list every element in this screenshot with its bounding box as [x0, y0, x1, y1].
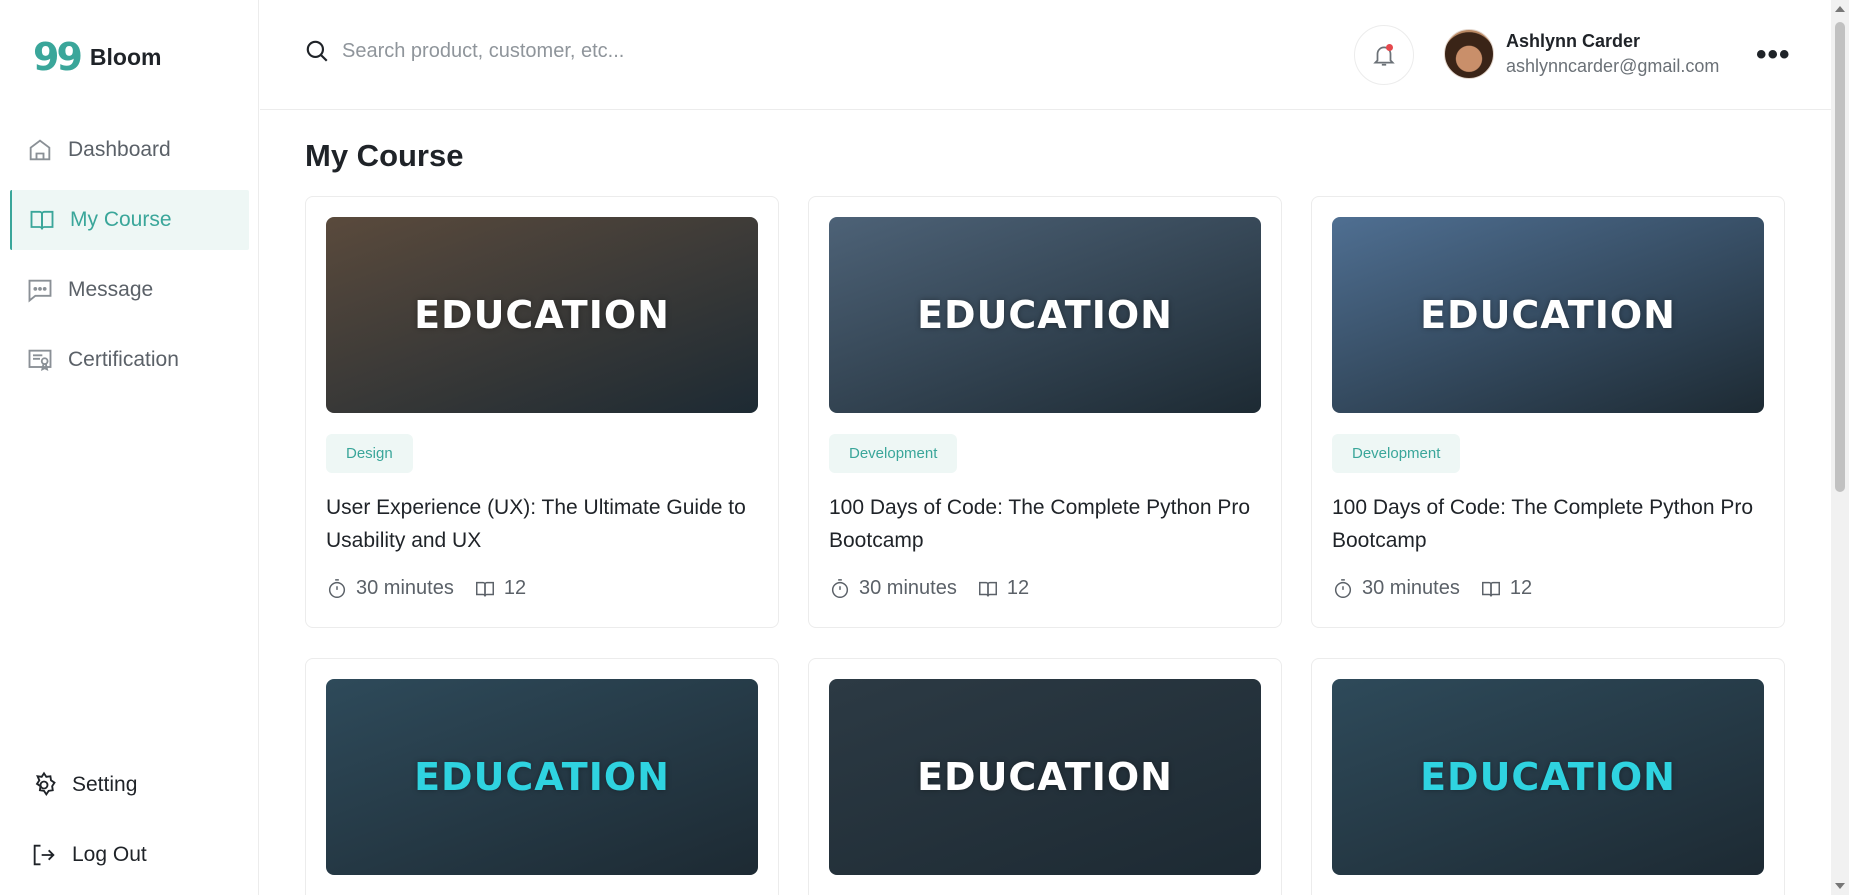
search-box	[304, 38, 862, 64]
user-info: Ashlynn Carder ashlynncarder@gmail.com	[1506, 31, 1719, 77]
course-thumbnail: EDUCATION	[829, 679, 1261, 875]
search-icon	[306, 40, 328, 62]
lessons-count: 12	[1006, 577, 1030, 599]
sidebar-item-label: Log Out	[72, 843, 147, 866]
user-name: Ashlynn Carder	[1506, 31, 1641, 51]
sidebar-item-certification[interactable]: Certification	[10, 330, 249, 390]
app-window: 99 Bloom Dashboard My Course Message Cer…	[0, 0, 1849, 895]
thumbnail-text: EDUCATION	[1420, 755, 1676, 799]
notification-dot	[1386, 44, 1393, 51]
gear-icon	[35, 771, 56, 797]
course-card[interactable]: EDUCATION	[1311, 658, 1785, 895]
sidebar-item-label: Dashboard	[68, 138, 171, 161]
message-icon	[28, 279, 52, 303]
user-email: ashlynncarder@gmail.com	[1506, 56, 1720, 76]
top-bar: Ashlynn Carder ashlynncarder@gmail.com •…	[260, 0, 1831, 110]
sidebar-item-my-course[interactable]: My Course	[10, 190, 249, 250]
thumbnail-text: EDUCATION	[1420, 293, 1676, 337]
course-card[interactable]: EDUCATION Development 100 Days of Code: …	[1311, 196, 1785, 628]
lessons: 12	[474, 577, 526, 600]
course-card[interactable]: EDUCATION	[305, 658, 779, 895]
scroll-thumb[interactable]	[1835, 22, 1845, 492]
course-thumbnail: EDUCATION	[326, 217, 758, 413]
logo-mark-icon: 99	[33, 35, 83, 79]
duration: 30 minutes	[326, 577, 454, 600]
book-icon	[30, 210, 54, 230]
course-thumbnail: EDUCATION	[829, 217, 1261, 413]
book-icon	[1481, 581, 1500, 596]
lessons: 12	[1480, 577, 1532, 600]
timer-icon	[1334, 578, 1352, 598]
course-card[interactable]: EDUCATION Design User Experience (UX): T…	[305, 196, 779, 628]
book-icon	[978, 581, 997, 596]
timer-icon	[328, 578, 346, 598]
sidebar: 99 Bloom Dashboard My Course Message Cer…	[0, 0, 259, 895]
sidebar-item-label: My Course	[70, 208, 172, 231]
certificate-icon	[28, 349, 52, 372]
page-scrollbar[interactable]	[1831, 0, 1849, 895]
sidebar-nav: Dashboard My Course Message Certificatio…	[10, 120, 249, 400]
more-options-button[interactable]: •••	[1756, 40, 1791, 70]
bell-icon	[1373, 46, 1395, 66]
course-meta: 30 minutes 12	[829, 577, 1261, 600]
sidebar-item-dashboard[interactable]: Dashboard	[10, 120, 249, 180]
scroll-down-arrow-icon[interactable]	[1835, 883, 1845, 889]
category-badge: Design	[326, 434, 413, 473]
course-card[interactable]: EDUCATION Development 100 Days of Code: …	[808, 196, 1282, 628]
thumbnail-text: EDUCATION	[414, 293, 670, 337]
book-icon	[475, 581, 494, 596]
category-badge: Development	[829, 434, 958, 473]
notification-button[interactable]	[1354, 25, 1414, 85]
lessons: 12	[977, 577, 1029, 600]
sidebar-item-setting[interactable]: Setting	[14, 755, 249, 815]
lessons-count: 12	[1509, 577, 1533, 599]
thumbnail-text: EDUCATION	[917, 755, 1173, 799]
course-thumbnail: EDUCATION	[1332, 217, 1764, 413]
sidebar-bottom: Setting Log Out	[14, 755, 249, 895]
sidebar-item-logout[interactable]: Log Out	[14, 825, 249, 885]
sidebar-item-label: Message	[68, 278, 154, 301]
thumbnail-text: EDUCATION	[414, 755, 670, 799]
home-icon	[29, 139, 51, 161]
avatar[interactable]	[1444, 29, 1494, 79]
duration-value: 30 minutes	[859, 577, 957, 599]
timer-icon	[831, 578, 849, 598]
course-meta: 30 minutes 12	[1332, 577, 1764, 600]
duration-value: 30 minutes	[356, 577, 454, 599]
brand-logo[interactable]: 99 Bloom	[33, 38, 161, 76]
course-thumbnail: EDUCATION	[1332, 679, 1764, 875]
course-title[interactable]: 100 Days of Code: The Complete Python Pr…	[1332, 491, 1764, 557]
sidebar-item-message[interactable]: Message	[10, 260, 249, 320]
search-input[interactable]	[342, 39, 862, 63]
course-card[interactable]: EDUCATION	[808, 658, 1282, 895]
course-thumbnail: EDUCATION	[326, 679, 758, 875]
course-title[interactable]: 100 Days of Code: The Complete Python Pr…	[829, 491, 1261, 557]
user-profile[interactable]: Ashlynn Carder ashlynncarder@gmail.com	[1444, 29, 1719, 79]
thumbnail-text: EDUCATION	[917, 293, 1173, 337]
page-title: My Course	[305, 138, 464, 173]
course-title[interactable]: User Experience (UX): The Ultimate Guide…	[326, 491, 758, 557]
sidebar-item-label: Setting	[72, 773, 138, 796]
duration-value: 30 minutes	[1362, 577, 1460, 599]
category-badge: Development	[1332, 434, 1461, 473]
lessons-count: 12	[503, 577, 527, 599]
duration: 30 minutes	[1332, 577, 1460, 600]
scroll-up-arrow-icon[interactable]	[1835, 6, 1845, 12]
brand-name: Bloom	[89, 43, 162, 70]
duration: 30 minutes	[829, 577, 957, 600]
sidebar-item-label: Certification	[68, 348, 179, 371]
course-meta: 30 minutes 12	[326, 577, 758, 600]
logout-icon	[33, 844, 55, 866]
